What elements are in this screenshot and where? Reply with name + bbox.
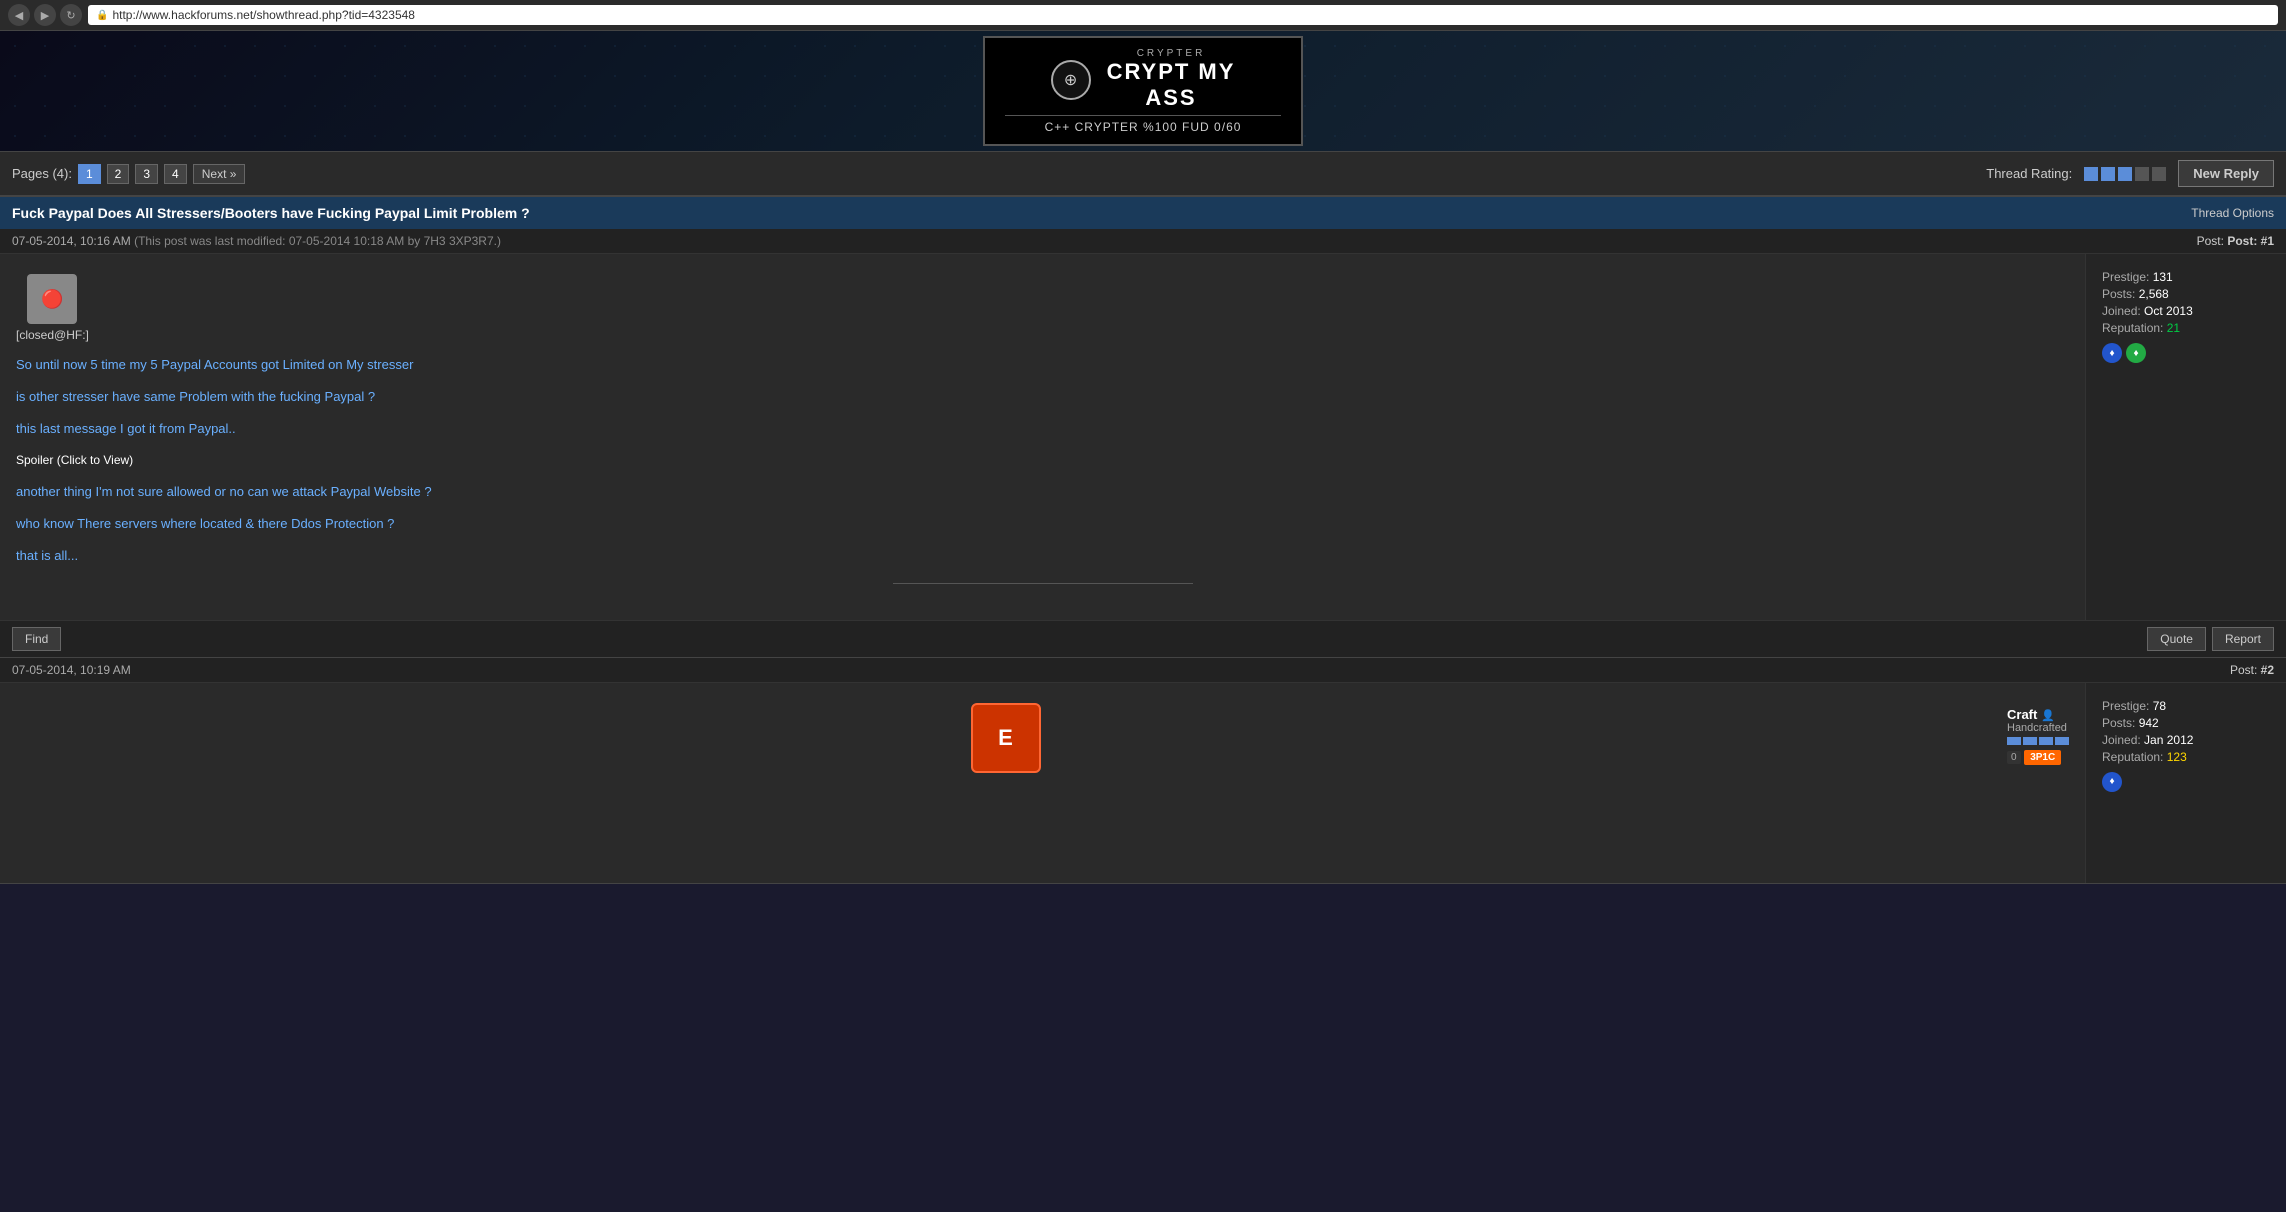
star-1 bbox=[2084, 167, 2098, 181]
address-bar[interactable]: 🔒 http://www.hackforums.net/showthread.p… bbox=[88, 5, 2278, 25]
banner-brand-main: CRYPT MY ASS bbox=[1107, 59, 1236, 111]
pagination-left: Pages (4): 1 2 3 4 Next » bbox=[12, 164, 245, 184]
post-2-sidebar: Prestige: 78 Posts: 942 Joined: Jan 2012… bbox=[2086, 683, 2286, 883]
thread-title-bar: Fuck Paypal Does All Stressers/Booters h… bbox=[0, 197, 2286, 229]
post-1-meta-bar: 07-05-2014, 10:16 AM (This post was last… bbox=[0, 229, 2286, 254]
post-1-body: 🔴 [closed@HF:] So until now 5 time my 5 … bbox=[0, 254, 2286, 620]
post-line-1: So until now 5 time my 5 Paypal Accounts… bbox=[16, 354, 2069, 376]
rep-icon-blue: ♦ bbox=[2102, 343, 2122, 363]
forward-button[interactable]: ▶ bbox=[34, 4, 56, 26]
post2-posts-line: Posts: 942 bbox=[2102, 716, 2270, 730]
post-1-date: 07-05-2014, 10:16 AM (This post was last… bbox=[12, 234, 501, 248]
epic-badge-container: 0 3P1C bbox=[2007, 748, 2069, 765]
page-3[interactable]: 3 bbox=[135, 164, 158, 184]
post-2-username: Craft 👤 bbox=[2007, 707, 2069, 722]
prestige-line: Prestige: 131 bbox=[2102, 270, 2270, 284]
post-2-user-title: Handcrafted bbox=[2007, 722, 2069, 734]
pagination-bar: Pages (4): 1 2 3 4 Next » Thread Rating:… bbox=[0, 151, 2286, 197]
header-banner: ⊕ CRYPTER CRYPT MY ASS C++ CRYPTER %100 … bbox=[0, 31, 2286, 151]
post-1: 07-05-2014, 10:16 AM (This post was last… bbox=[0, 229, 2286, 658]
post2-joined-line: Joined: Jan 2012 bbox=[2102, 733, 2270, 747]
page-4[interactable]: 4 bbox=[164, 164, 187, 184]
star-3 bbox=[2118, 167, 2132, 181]
post-1-text: So until now 5 time my 5 Paypal Accounts… bbox=[16, 354, 2069, 535]
post-1-num: Post: Post: #1 bbox=[2197, 234, 2274, 248]
banner-brand-top: CRYPTER bbox=[1107, 48, 1236, 59]
post2-reputation-icons: ♦ bbox=[2102, 772, 2270, 792]
banner-logo: ⊕ bbox=[1051, 60, 1091, 100]
spoiler-action[interactable]: (Click to View) bbox=[57, 453, 133, 467]
post-2-num: Post: #2 bbox=[2230, 663, 2274, 677]
rank-bar-3 bbox=[2039, 737, 2053, 745]
star-2 bbox=[2101, 167, 2115, 181]
star-4 bbox=[2135, 167, 2149, 181]
post-2-date: 07-05-2014, 10:19 AM bbox=[12, 663, 131, 677]
star-5 bbox=[2152, 167, 2166, 181]
report-button[interactable]: Report bbox=[2212, 627, 2274, 651]
post-line-3: this last message I got it from Paypal.. bbox=[16, 418, 2069, 440]
banner-ad[interactable]: ⊕ CRYPTER CRYPT MY ASS C++ CRYPTER %100 … bbox=[983, 36, 1303, 146]
new-reply-button[interactable]: New Reply bbox=[2178, 160, 2274, 187]
post2-rep-icon-blue: ♦ bbox=[2102, 772, 2122, 792]
post-2-user-info: Craft 👤 Handcrafted 0 3P1C bbox=[2007, 703, 2069, 765]
rank-bar-1 bbox=[2007, 737, 2021, 745]
post-2: 07-05-2014, 10:19 AM Post: #2 E Craft 👤 … bbox=[0, 658, 2286, 884]
post-line-5: another thing I'm not sure allowed or no… bbox=[16, 481, 2069, 503]
rank-bar-2 bbox=[2023, 737, 2037, 745]
pages-label: Pages (4): bbox=[12, 166, 72, 181]
lock-icon: 🔒 bbox=[96, 10, 108, 21]
rank-bar-4 bbox=[2055, 737, 2069, 745]
thread-title: Fuck Paypal Does All Stressers/Booters h… bbox=[12, 205, 530, 221]
post-1-actions: Find Quote Report bbox=[0, 620, 2286, 657]
thread-options[interactable]: Thread Options bbox=[2191, 206, 2274, 220]
next-button[interactable]: Next » bbox=[193, 164, 246, 184]
browser-chrome: ◀ ▶ ↻ 🔒 http://www.hackforums.net/showth… bbox=[0, 0, 2286, 31]
post-1-username: [closed@HF:] bbox=[16, 328, 89, 342]
find-button[interactable]: Find bbox=[12, 627, 61, 651]
post-last-line: that is all... bbox=[16, 545, 2069, 567]
joined-line: Joined: Oct 2013 bbox=[2102, 304, 2270, 318]
post-2-rank-bars bbox=[2007, 737, 2069, 745]
posts-line: Posts: 2,568 bbox=[2102, 287, 2270, 301]
refresh-button[interactable]: ↻ bbox=[60, 4, 82, 26]
post2-reputation-line: Reputation: 123 bbox=[2102, 750, 2270, 764]
rep-icon-green: ♦ bbox=[2126, 343, 2146, 363]
pagination-right: Thread Rating: New Reply bbox=[1986, 160, 2274, 187]
post-line-6: who know There servers where located & t… bbox=[16, 513, 2069, 535]
post2-prestige-line: Prestige: 78 bbox=[2102, 699, 2270, 713]
post-2-content: E Craft 👤 Handcrafted 0 3 bbox=[0, 683, 2086, 883]
thread-rating-label: Thread Rating: bbox=[1986, 166, 2072, 181]
post-2-body: E Craft 👤 Handcrafted 0 3 bbox=[0, 683, 2286, 883]
back-button[interactable]: ◀ bbox=[8, 4, 30, 26]
post-2-meta-bar: 07-05-2014, 10:19 AM Post: #2 bbox=[0, 658, 2286, 683]
rating-stars bbox=[2084, 167, 2166, 181]
reputation-icons: ♦ ♦ bbox=[2102, 343, 2270, 363]
banner-tagline: C++ CRYPTER %100 FUD 0/60 bbox=[1005, 115, 1281, 134]
post-1-content: 🔴 [closed@HF:] So until now 5 time my 5 … bbox=[0, 254, 2086, 620]
spoiler-label: Spoiler bbox=[16, 453, 53, 467]
spoiler[interactable]: Spoiler (Click to View) bbox=[16, 450, 2069, 470]
post-2-avatar: E bbox=[971, 703, 1041, 773]
post-1-action-btns-right: Quote Report bbox=[2147, 627, 2274, 651]
epic-badge: 3P1C bbox=[2024, 750, 2061, 765]
post-1-avatar: 🔴 bbox=[27, 274, 77, 324]
page-2[interactable]: 2 bbox=[107, 164, 130, 184]
reputation-line: Reputation: 21 bbox=[2102, 321, 2270, 335]
nav-icons: ◀ ▶ ↻ bbox=[8, 4, 82, 26]
quote-button[interactable]: Quote bbox=[2147, 627, 2206, 651]
post-line-2: is other stresser have same Problem with… bbox=[16, 386, 2069, 408]
page-1[interactable]: 1 bbox=[78, 164, 101, 184]
url-text: http://www.hackforums.net/showthread.php… bbox=[112, 8, 415, 22]
post-separator bbox=[893, 583, 1193, 584]
post-1-sidebar: Prestige: 131 Posts: 2,568 Joined: Oct 2… bbox=[2086, 254, 2286, 620]
